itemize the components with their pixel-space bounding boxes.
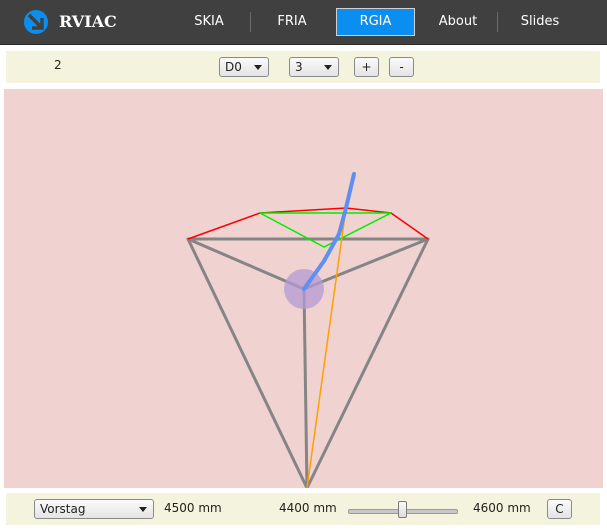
counter-label: 2 (54, 58, 62, 72)
top-toolbar: 2 D0 3 + - (6, 51, 600, 83)
tab-rgia[interactable]: RGIA (336, 8, 415, 36)
count-select-value: 3 (295, 60, 303, 74)
reset-button[interactable]: C (547, 499, 572, 519)
tab-about[interactable]: About (426, 8, 490, 36)
chevron-down-icon (139, 507, 147, 512)
tab-fria[interactable]: FRIA (260, 8, 324, 36)
remove-button[interactable]: - (389, 57, 414, 77)
add-button[interactable]: + (354, 57, 379, 77)
green-triangle (259, 212, 392, 248)
nav-separator (250, 12, 251, 32)
max-value-label: 4600 mm (473, 501, 531, 515)
min-value-label: 4500 mm (164, 501, 222, 515)
value-slider-thumb[interactable] (398, 501, 407, 518)
preset-select[interactable]: D0 (219, 57, 269, 77)
parameter-select[interactable]: Vorstag (34, 499, 154, 519)
frame-edge (302, 287, 309, 490)
bottom-toolbar: Vorstag 4500 mm 4400 mm 4600 mm C (6, 493, 600, 525)
count-select[interactable]: 3 (289, 57, 339, 77)
tab-slides[interactable]: Slides (508, 8, 572, 36)
preset-select-value: D0 (225, 60, 242, 74)
app-header: RVIAC SKIA FRIA RGIA About Slides (0, 0, 607, 45)
rig-viewport[interactable] (4, 89, 603, 490)
chevron-down-icon (324, 65, 332, 70)
current-value-label: 4400 mm (279, 501, 337, 515)
nav-separator (497, 12, 498, 32)
frame-edge (305, 237, 430, 490)
parameter-select-value: Vorstag (40, 502, 86, 516)
tab-skia[interactable]: SKIA (177, 8, 241, 36)
rig-drawing (186, 172, 430, 490)
app-title: RVIAC (59, 12, 117, 31)
chevron-down-icon (254, 65, 262, 70)
app-logo-icon (24, 10, 48, 34)
